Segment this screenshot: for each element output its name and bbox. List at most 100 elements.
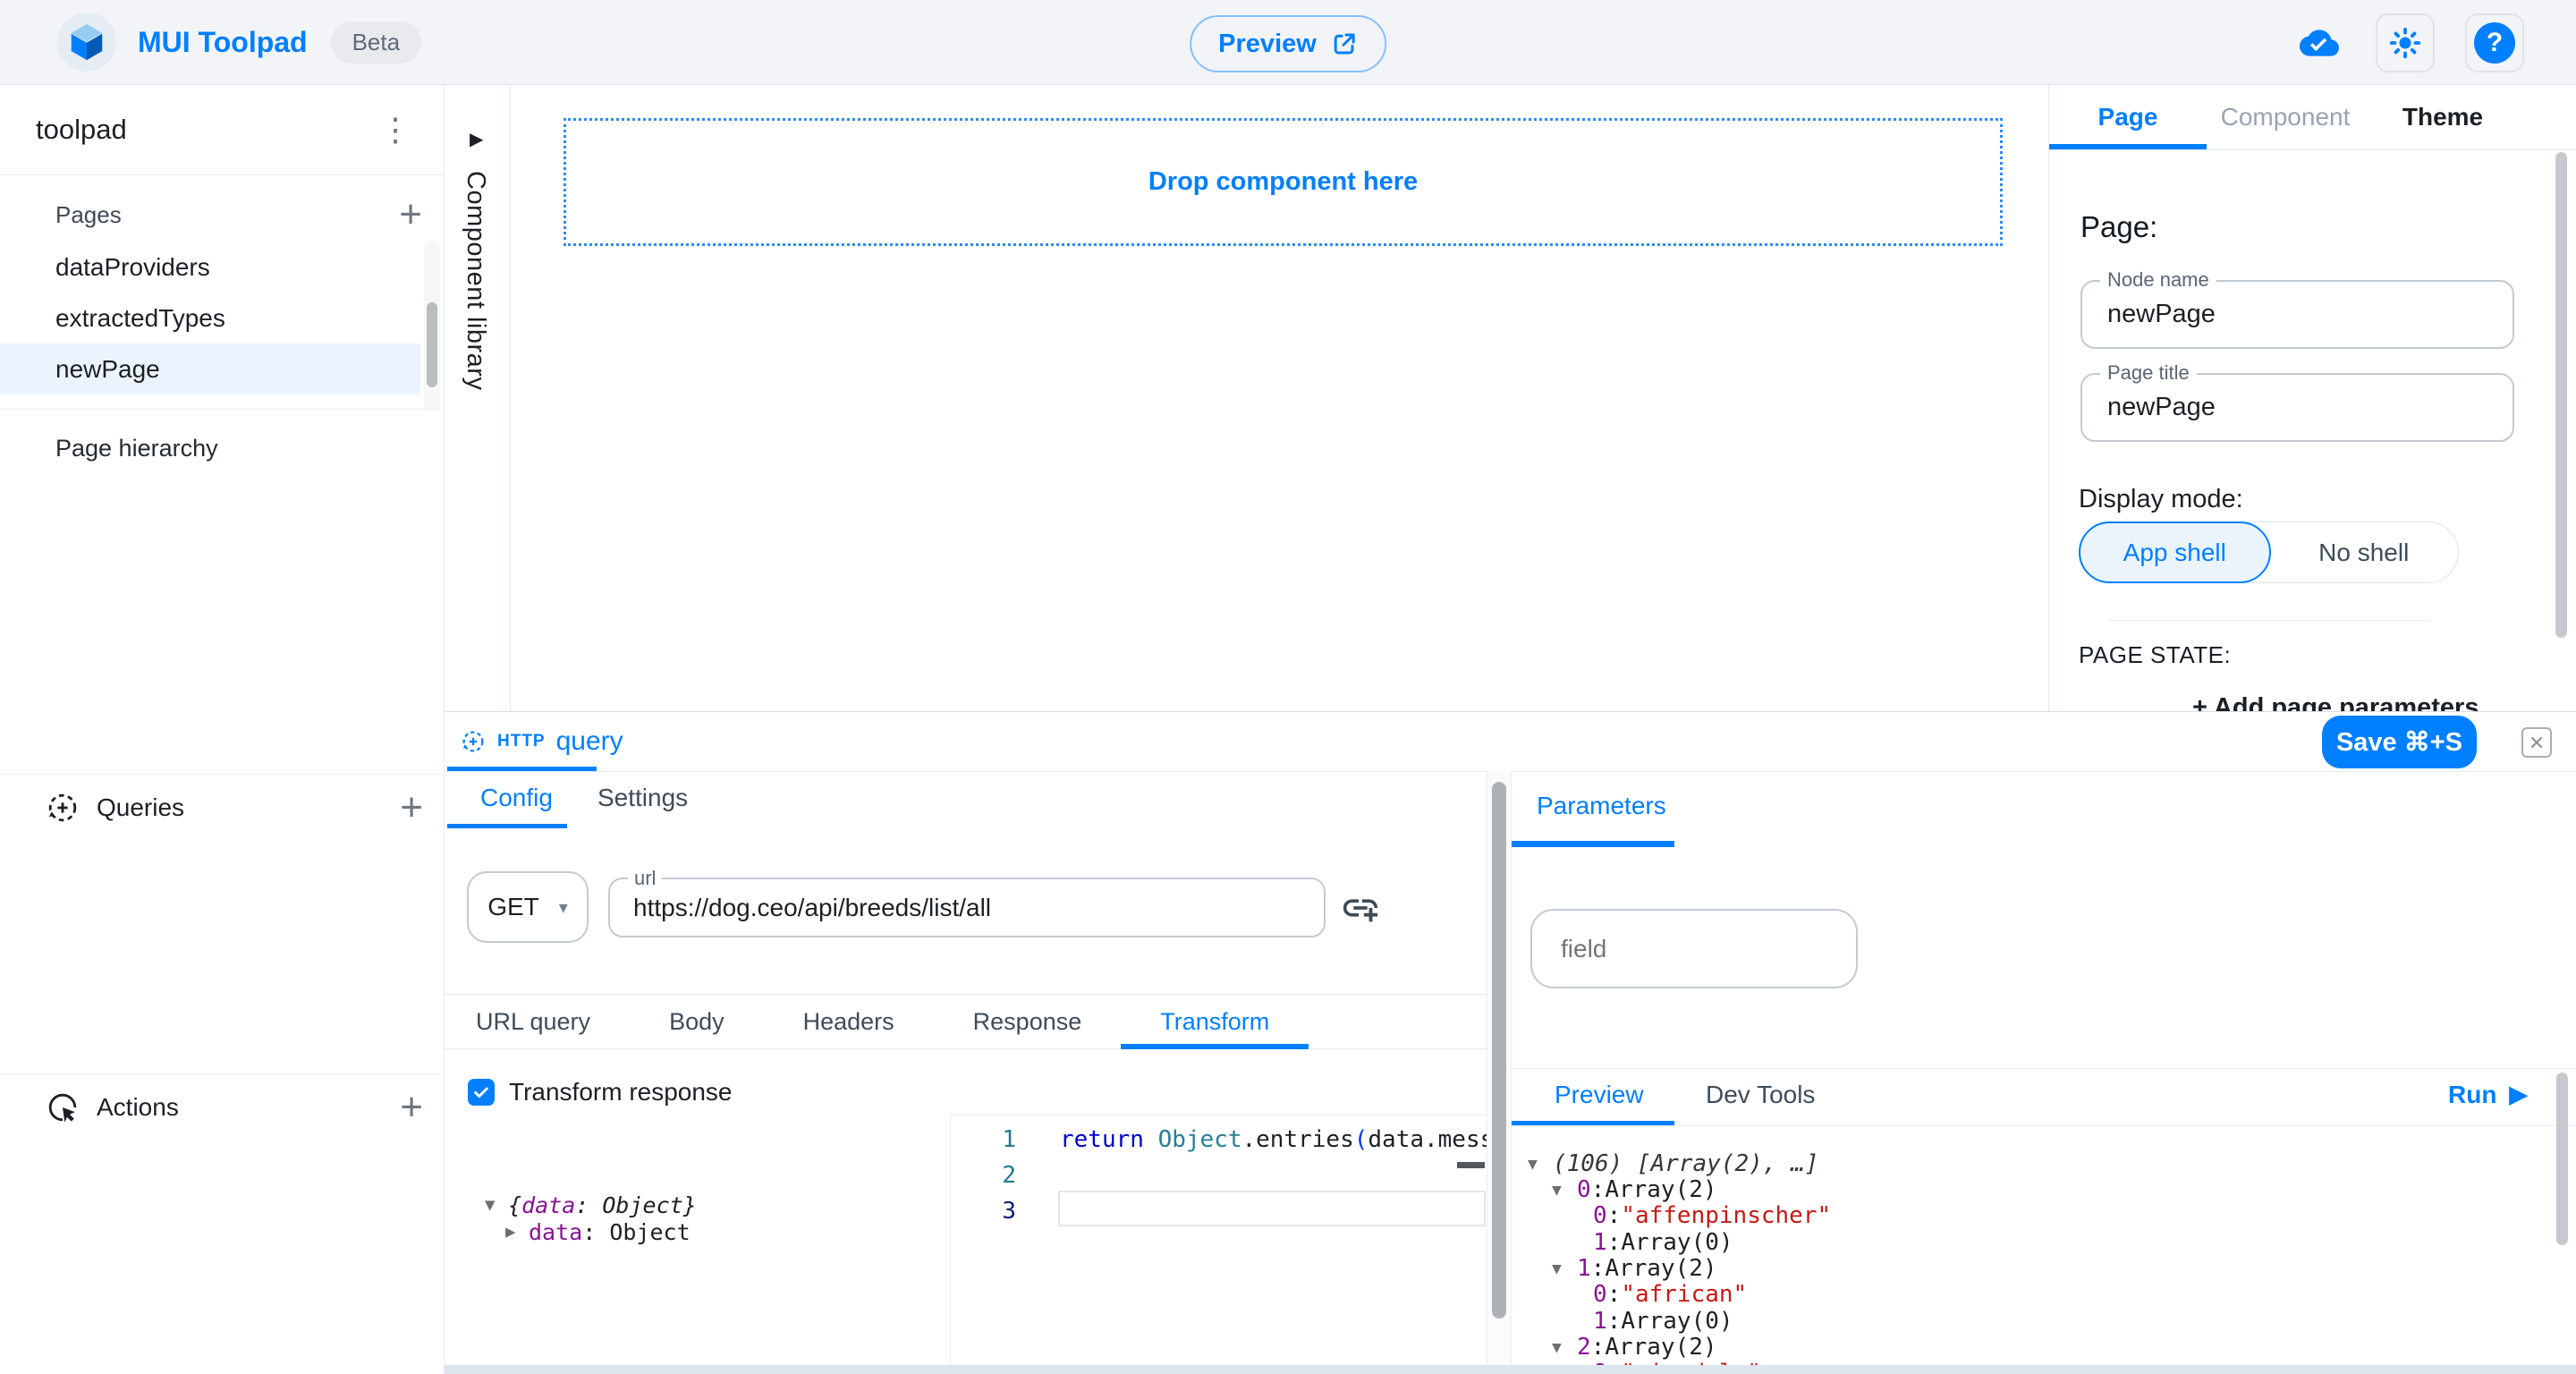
json-tree-row[interactable]: ▼ (106) [Array(2), …] [1512,1150,1818,1177]
collapse-arrow-icon[interactable]: ▼ [1552,1181,1577,1200]
query-name-label: query [556,726,623,757]
tab-headers[interactable]: Headers [764,995,934,1048]
add-binding-icon[interactable] [1340,887,1381,929]
preview-scrollbar[interactable] [2556,1073,2568,1245]
query-panel-scrollbar-thumb[interactable] [1492,782,1506,1319]
top-app-bar: MUI Toolpad Beta Preview [0,0,2576,85]
cloud-done-icon [2293,23,2345,63]
drop-zone[interactable]: Drop component here [564,118,2003,246]
active-tab-underline [2049,144,2207,149]
method-select[interactable]: GET ▾ [467,871,589,943]
component-library-panel[interactable]: ▶ Component library [445,85,511,711]
tab-config[interactable]: Config [480,771,553,824]
tab-url-query[interactable]: URL query [445,995,630,1048]
transform-code-editor[interactable]: 1 2 3 return Object.entries(data.messag [950,1115,1487,1374]
tab-settings[interactable]: Settings [597,771,688,824]
add-page-parameters-button[interactable]: + Add page parameters [2192,693,2479,711]
close-icon [2528,734,2546,751]
kebab-menu-icon[interactable]: ⋮ [379,114,411,146]
editor-scroll-decoration [1457,1162,1485,1168]
transform-tree-root[interactable]: ▼ {data: Object} [485,1192,697,1218]
close-panel-button[interactable] [2521,727,2552,758]
add-page-button[interactable]: + [399,195,422,234]
json-tree-row[interactable]: 0"affenpinscher" [1512,1202,1831,1229]
tab-dev-tools[interactable]: Dev Tools [1706,1068,1815,1121]
query-protocol-label: HTTP [497,732,546,751]
query-config-panel: Config Settings GET ▾ url URL [445,771,1487,1374]
pages-scrollbar-thumb[interactable] [427,302,437,387]
toggle-no-shell[interactable]: No shell [2270,522,2459,582]
url-field[interactable]: url [608,878,1326,937]
collapse-arrow-icon[interactable]: ▼ [1528,1155,1553,1174]
json-tree-row[interactable]: ▼ 0Array(2) [1512,1176,1717,1203]
page-hierarchy-label[interactable]: Page hierarchy [0,410,444,462]
transform-tree-child[interactable]: ▶ data: Object [505,1218,691,1245]
theme-toggle-button[interactable] [2376,13,2435,72]
toolpad-logo-icon [57,13,116,72]
add-action-button[interactable]: + [400,1088,423,1127]
actions-section-label: Actions [97,1093,384,1122]
tab-parameters[interactable]: Parameters [1537,771,1666,841]
sidebar-item-extractedtypes[interactable]: extractedTypes [0,293,420,344]
tab-transform[interactable]: Transform [1121,995,1309,1048]
component-library-label: Component library [461,171,490,390]
json-tree-row[interactable]: ▼ 2Array(2) [1512,1334,1717,1361]
preview-button[interactable]: Preview [1190,15,1386,72]
sidebar-item-newpage[interactable]: newPage [0,344,420,394]
transform-response-label: Transform response [509,1078,733,1107]
panel-expand-icon[interactable]: ▶ [470,128,483,150]
run-button[interactable]: Run ▶ [2448,1068,2527,1121]
query-editor-panel: HTTP query Save ⌘+S Config Settings [445,711,2576,1374]
display-mode-label: Display mode: [2079,485,2243,514]
json-tree-row[interactable]: 0"african" [1512,1281,1747,1308]
pages-section-label: Pages [55,201,399,229]
run-play-icon: ▶ [2509,1081,2527,1108]
line-number: 2 [951,1158,1016,1193]
add-query-button[interactable]: + [400,788,423,827]
current-line-highlight [1058,1191,1486,1226]
line-number: 1 [951,1122,1016,1158]
explorer-sidebar: toolpad ⋮ Pages + dataProviders extracte… [0,85,445,1374]
json-tree-row[interactable]: 1Array(0) [1512,1308,1733,1335]
tab-theme[interactable]: Theme [2364,85,2521,149]
transform-response-checkbox[interactable] [468,1079,495,1106]
drop-zone-label: Drop component here [1148,167,1418,197]
query-tab[interactable]: HTTP query [447,712,597,771]
page-title-label: Page title [2100,361,2197,385]
tab-page[interactable]: Page [2049,85,2207,149]
checkbox-check-icon [471,1082,491,1102]
expand-arrow-icon[interactable]: ▶ [505,1222,529,1242]
queries-icon [45,790,80,826]
collapse-arrow-icon[interactable]: ▼ [485,1195,508,1215]
app-window: MUI Toolpad Beta Preview [0,0,2576,1374]
tab-body[interactable]: Body [630,995,764,1048]
inspector-scrollbar[interactable] [2555,152,2567,638]
brand-title: MUI Toolpad [138,26,308,59]
json-tree-row[interactable]: ▼ 1Array(2) [1512,1255,1717,1282]
active-tab-underline [1512,841,1674,847]
tab-component[interactable]: Component [2207,85,2364,149]
pages-scrollbar[interactable] [424,242,440,411]
tab-preview[interactable]: Preview [1555,1068,1644,1121]
save-button[interactable]: Save ⌘+S [2322,716,2477,768]
json-tree-row[interactable]: 1Array(0) [1512,1229,1733,1256]
url-label: url [628,867,662,890]
queries-section-label: Queries [97,793,384,822]
page-title-field[interactable]: Page title [2080,373,2514,442]
collapse-arrow-icon[interactable]: ▼ [1552,1338,1577,1357]
parameter-input[interactable] [1532,911,1852,987]
beta-badge: Beta [331,21,422,64]
node-name-field[interactable]: Node name [2080,280,2514,349]
display-mode-toggle: App shell No shell [2079,522,2459,583]
query-panel-scrollbar[interactable] [1487,771,1512,1374]
toggle-app-shell[interactable]: App shell [2079,522,2271,583]
tab-response[interactable]: Response [934,995,1122,1048]
brightness-icon [2386,24,2424,62]
url-input[interactable] [610,879,1304,936]
collapse-arrow-icon[interactable]: ▼ [1552,1260,1577,1278]
sidebar-item-dataproviders[interactable]: dataProviders [0,242,420,293]
help-button[interactable]: ? [2465,13,2524,72]
open-in-new-icon [1331,30,1358,57]
query-preview-panel: Parameters Preview Dev Tools Run ▶ [1512,771,2576,1374]
parameter-field[interactable] [1530,909,1858,988]
